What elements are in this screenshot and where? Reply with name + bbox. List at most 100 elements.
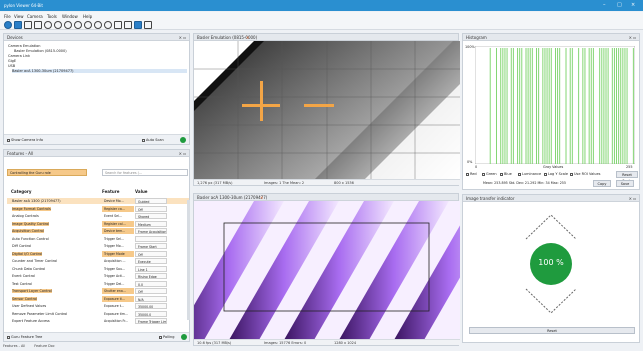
feature-category[interactable]: Remove Parameter Limit Control: [12, 312, 67, 316]
zoom-out-icon[interactable]: [74, 21, 82, 29]
reset-scale-button[interactable]: Reset Scale: [616, 171, 638, 183]
feature-row[interactable]: Digital I/O Control Trigger Mode Off: [7, 250, 189, 257]
feature-category[interactable]: Analog Controls: [12, 214, 39, 218]
feature-category[interactable]: Image Quality Control: [12, 221, 50, 226]
menu-file[interactable]: File: [4, 14, 11, 19]
refresh-icon[interactable]: [180, 137, 186, 143]
save-button[interactable]: Save: [616, 180, 634, 187]
tree-item[interactable]: Camera Emulation: [8, 44, 41, 48]
green-checkbox[interactable]: Green: [482, 172, 497, 176]
panel-close-icon[interactable]: × ▫: [629, 196, 636, 201]
feature-row[interactable]: Expert Feature Access Acquisition Fr... Fr…: [7, 318, 189, 324]
log-scale-checkbox[interactable]: Log Y Scale: [544, 172, 568, 176]
feature-row[interactable]: Event Control Trigger Acti... Rising Edge: [7, 273, 189, 279]
roi-values-checkbox[interactable]: Use ROI Values: [570, 172, 600, 176]
feature-category[interactable]: Sensor Control: [12, 296, 37, 301]
feature-value[interactable]: Off: [135, 250, 167, 257]
feature-value[interactable]: Guided: [135, 198, 167, 204]
feature-category[interactable]: Transport Layer Control: [12, 289, 52, 293]
feature-category[interactable]: Test Control: [12, 282, 32, 286]
record-icon[interactable]: [54, 21, 62, 29]
camera-image[interactable]: [194, 201, 460, 340]
feature-category[interactable]: Event Control: [12, 274, 35, 278]
feature-value[interactable]: Rising Edge: [135, 273, 167, 279]
feature-value[interactable]: Frame Trigger Limit: [135, 318, 167, 324]
zoom-in-icon[interactable]: [64, 21, 72, 29]
feature-row[interactable]: Chunk Data Control Trigger Sou... Line 1: [7, 265, 189, 272]
zoom-100-icon[interactable]: [94, 21, 102, 29]
emulation-image[interactable]: [194, 41, 460, 180]
feature-category[interactable]: Digital I/O Control: [12, 251, 43, 256]
feature-value[interactable]: Frame Acquisition: [135, 228, 167, 234]
auto-scan-checkbox[interactable]: Auto Scan: [142, 138, 164, 142]
maximize-button[interactable]: □: [617, 2, 622, 8]
feature-category[interactable]: Auto Function Control: [12, 237, 49, 241]
blue-checkbox[interactable]: Blue: [500, 172, 512, 176]
roi-icon[interactable]: [124, 21, 132, 29]
minimize-button[interactable]: –: [603, 2, 606, 8]
panel-close-icon[interactable]: × ▫: [179, 35, 186, 40]
tab-close-icon[interactable]: ×: [246, 35, 249, 40]
feature-category[interactable]: Expert Feature Access: [12, 319, 50, 323]
stop-icon[interactable]: [44, 21, 52, 29]
feature-value[interactable]: N/A: [135, 295, 167, 302]
tab-features-all[interactable]: Features - All: [3, 344, 25, 348]
feature-row[interactable]: User Defined Values Exposure t... 35000.00: [7, 303, 189, 309]
feature-value[interactable]: 35000.00: [135, 303, 167, 309]
reset-button[interactable]: Reset: [469, 327, 635, 334]
panel-close-icon[interactable]: × ▫: [179, 151, 186, 156]
luminance-checkbox[interactable]: Luminance: [518, 172, 541, 176]
save-icon[interactable]: [14, 21, 22, 29]
tree-item[interactable]: USB: [8, 64, 15, 68]
feature-row[interactable]: Transport Layer Control Shutter ena... Off: [7, 288, 189, 294]
feature-category[interactable]: Chunk Data Control: [12, 267, 45, 271]
zoom-fit-icon[interactable]: [84, 21, 92, 29]
feature-value[interactable]: Medium: [135, 220, 167, 227]
guru-tree-button[interactable]: Guru Feature Tree: [7, 335, 42, 339]
layout-icon[interactable]: [144, 21, 152, 29]
feature-value[interactable]: Frame Start: [135, 243, 167, 249]
feature-row[interactable]: Diff Control Trigger Mo... Frame Start: [7, 243, 189, 249]
continuous-icon[interactable]: [34, 21, 42, 29]
feature-row[interactable]: Auto Function Control Trigger Sel...: [7, 235, 189, 242]
feature-value[interactable]: [135, 235, 167, 242]
feature-category[interactable]: Image Format Controls: [12, 206, 51, 211]
feature-row[interactable]: Image Quality Control Register cal... Medi…: [7, 220, 189, 227]
feature-value[interactable]: Off: [135, 288, 167, 294]
feature-row[interactable]: Test Control Trigger Del... 0.0: [7, 280, 189, 287]
menu-tools[interactable]: Tools: [47, 14, 57, 19]
feature-scrollbar[interactable]: [187, 200, 190, 320]
feature-value[interactable]: 0.0: [135, 280, 167, 287]
feature-value[interactable]: 35000.0: [135, 310, 167, 317]
histogram-icon[interactable]: [134, 21, 142, 29]
open-icon[interactable]: [4, 21, 12, 29]
tree-item[interactable]: Camera Link: [8, 54, 30, 58]
show-info-checkbox[interactable]: Show Camera Info: [7, 138, 43, 142]
copy-button[interactable]: Copy: [593, 180, 611, 187]
feature-row[interactable]: Image Format Controls Register ca... Off: [7, 205, 189, 212]
red-checkbox[interactable]: Red: [466, 172, 477, 176]
feature-value[interactable]: Shared: [135, 213, 167, 219]
feature-row[interactable]: Remove Parameter Limit Control Exposure t…: [7, 310, 189, 317]
feature-row[interactable]: Sensor Control Exposure ti... N/A: [7, 295, 189, 302]
feature-row[interactable]: Acquisition Control Device tem... Frame Ac…: [7, 228, 189, 234]
feature-row[interactable]: Basler acA 1300 (21709477) Device Mo... Gu…: [7, 198, 189, 204]
menu-camera[interactable]: Camera: [27, 14, 43, 19]
feature-search-input[interactable]: Search for features (...: [102, 169, 188, 176]
tab-close-icon[interactable]: ×: [260, 195, 263, 200]
single-shot-icon[interactable]: [24, 21, 32, 29]
tree-item[interactable]: GigE: [8, 59, 16, 63]
menu-view[interactable]: View: [14, 14, 24, 19]
feature-category[interactable]: Acquisition Control: [12, 229, 44, 233]
feature-category[interactable]: User Defined Values: [12, 304, 46, 308]
visibility-dropdown[interactable]: Controlling the Guru role: [7, 169, 87, 176]
polling-checkbox[interactable]: Polling: [159, 335, 174, 339]
feature-value[interactable]: Line 1: [135, 265, 167, 272]
crosshair-icon[interactable]: [114, 21, 122, 29]
close-button[interactable]: ×: [631, 2, 635, 8]
tree-item[interactable]: Basler Emulation (0815-0000): [14, 49, 67, 53]
panel-close-icon[interactable]: × ▫: [629, 35, 636, 40]
feature-value[interactable]: Execute: [135, 258, 167, 264]
refresh-icon[interactable]: [181, 334, 187, 340]
feature-category[interactable]: Basler acA 1300 (21709477): [12, 199, 61, 203]
